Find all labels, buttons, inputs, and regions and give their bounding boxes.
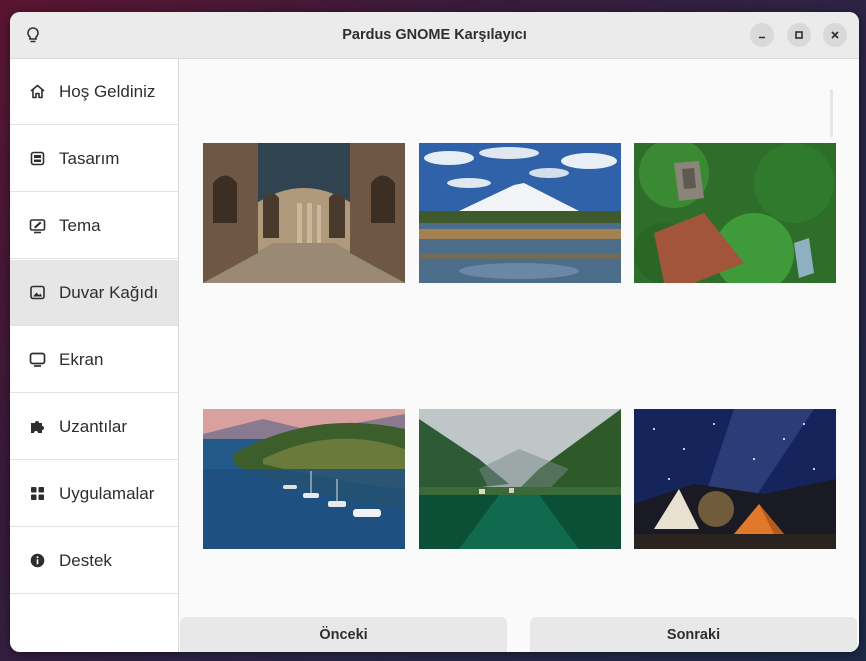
layout-icon [30,151,45,166]
wallpaper-thumbnail-4[interactable] [203,409,405,549]
wallpaper-thumbnail-5[interactable] [419,409,621,549]
wallpaper-panel: Önceki Sonraki [179,59,859,652]
sidebar: Hoş Geldiniz Tasarım Tema Duvar Kağıdı E… [10,59,179,652]
maximize-icon [795,31,803,39]
close-button[interactable] [823,23,847,47]
close-icon [831,31,839,39]
sidebar-item-wallpaper[interactable]: Duvar Kağıdı [10,260,178,326]
sidebar-item-label: Ekran [59,349,104,369]
sidebar-item-apps[interactable]: Uygulamalar [10,461,178,527]
sidebar-item-design[interactable]: Tasarım [10,126,178,192]
sidebar-item-label: Duvar Kağıdı [59,282,159,302]
mountain-lake-image [419,143,621,283]
sidebar-item-support[interactable]: Destek [10,528,178,594]
next-button[interactable]: Sonraki [530,617,857,652]
sidebar-item-label: Uygulamalar [59,483,155,503]
wallpaper-icon [30,285,45,300]
title-bar: Pardus GNOME Karşılayıcı [10,12,859,59]
app-window: Pardus GNOME Karşılayıcı Hoş Geldiniz Ta… [10,12,859,652]
minimize-icon [759,36,765,39]
wallpaper-thumbnail-1[interactable] [203,143,405,283]
sidebar-item-label: Destek [59,550,112,570]
scrollbar[interactable] [830,89,833,137]
sidebar-item-label: Tema [59,215,101,235]
window-title: Pardus GNOME Karşılayıcı [342,27,527,43]
wallpaper-thumbnail-3[interactable] [634,143,836,283]
sidebar-item-label: Tasarım [59,148,120,168]
camping-night-image [634,409,836,549]
bay-boats-image [203,409,405,549]
sidebar-item-display[interactable]: Ekran [10,327,178,393]
minimize-button[interactable] [750,23,774,47]
home-icon [30,84,45,99]
puzzle-icon [31,421,44,433]
wallpaper-thumbnail-6[interactable] [634,409,836,549]
sidebar-item-extensions[interactable]: Uzantılar [10,394,178,460]
display-icon [29,352,46,367]
info-icon [30,553,45,568]
castle-hill-image [634,143,836,283]
green-lake-image [419,409,621,549]
courtyard-image [203,143,405,283]
maximize-button[interactable] [787,23,811,47]
sidebar-item-theme[interactable]: Tema [10,193,178,259]
previous-button[interactable]: Önceki [180,617,507,652]
sidebar-item-label: Hoş Geldiniz [59,81,156,101]
theme-icon [29,219,46,234]
sidebar-item-label: Uzantılar [59,416,128,436]
sidebar-item-welcome[interactable]: Hoş Geldiniz [10,59,178,125]
apps-grid-icon [31,487,44,500]
wallpaper-thumbnail-2[interactable] [419,143,621,283]
